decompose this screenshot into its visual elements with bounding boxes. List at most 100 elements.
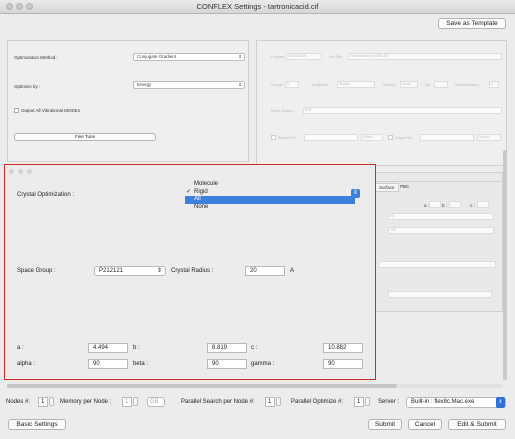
optimization-method-value: Conjugate Gradient	[137, 54, 177, 59]
cancel-button[interactable]: Cancel	[408, 419, 442, 430]
menu-item-rigid-label: Rigid	[194, 188, 208, 195]
beta-label: beta :	[133, 361, 149, 367]
multiplicity-label: Multiplicity :	[312, 83, 331, 87]
a-field[interactable]: 4.494	[88, 343, 128, 353]
beta-field[interactable]: 90	[207, 359, 247, 369]
tab-surface[interactable]: Surface	[375, 183, 399, 192]
dialog-close-button[interactable]	[9, 169, 14, 174]
gamma-field[interactable]: 90	[323, 359, 363, 369]
pbc-panel: Surface PBC a : b : c : 50 100	[373, 172, 503, 312]
pbc-field-bottom[interactable]	[388, 291, 492, 298]
nodes-stepper[interactable]	[49, 397, 54, 406]
program-panel: Program : GAUSSIAN Job Title : Generated…	[256, 40, 507, 166]
pbc-field-long[interactable]	[378, 261, 496, 268]
chevron-updown-icon: ⇕	[496, 397, 505, 408]
space-group-select[interactable]: P212121 ⇕	[94, 266, 166, 276]
crystal-radius-label: Crystal Radius :	[171, 268, 214, 274]
alpha-label: alpha :	[17, 361, 36, 367]
restart-file-checkbox[interactable]	[271, 135, 276, 140]
c-field[interactable]: 10.882	[323, 343, 363, 353]
output-file-checkbox[interactable]	[388, 135, 393, 140]
parallel-optimize-label: Parallel Optimize #:	[291, 399, 344, 405]
program-select[interactable]: GAUSSIAN	[286, 53, 322, 60]
edit-submit-button[interactable]: Edit & Submit	[448, 419, 506, 430]
output-vibrational-label: Output All Vibrational MODEs	[21, 108, 80, 113]
b-label: b :	[133, 345, 140, 351]
pbc-c-label: c :	[470, 203, 475, 208]
memory-stepper[interactable]	[133, 397, 138, 406]
crystal-optimization-label: Crystal Optimization :	[17, 192, 75, 198]
crystal-optimization-menu[interactable]: Molecule ✓ Rigid All None	[185, 181, 355, 217]
pbc-c-field[interactable]	[477, 201, 489, 208]
valence-field[interactable]: 0	[489, 81, 499, 88]
memory-field[interactable]: 1	[122, 397, 132, 407]
pbc-b-field[interactable]	[449, 201, 461, 208]
horizontal-scrollbar-thumb[interactable]	[7, 384, 397, 388]
output-file-field[interactable]	[420, 134, 474, 141]
vertical-scrollbar[interactable]	[503, 150, 507, 380]
checkmark-icon: ✓	[186, 188, 192, 195]
crystal-settings-dialog: Crystal Optimization : Molecule ✓ Rigid …	[4, 164, 376, 380]
output-file-select-button[interactable]: Select...	[477, 134, 501, 141]
restart-file-field[interactable]	[304, 134, 358, 141]
pbc-field-100[interactable]: 100	[388, 227, 494, 234]
memory-label: Memory per Node :	[60, 399, 112, 405]
b-field[interactable]: 8.819	[207, 343, 247, 353]
multiplicity-select[interactable]: Singlet	[337, 81, 375, 88]
server-value: Built-in : flex8c.Mac.exe	[411, 399, 475, 405]
route-section-field[interactable]: RHF	[303, 107, 502, 114]
output-file-label: Output File :	[395, 136, 415, 140]
tab-pbc[interactable]: PBC	[400, 184, 409, 189]
valence-label: ValenceShared :	[455, 83, 481, 87]
pbc-a-field[interactable]	[429, 201, 441, 208]
dialog-minimize-button[interactable]	[18, 169, 23, 174]
a-label: a :	[17, 345, 24, 351]
crystal-radius-unit: A	[290, 268, 295, 274]
fine-tune-button[interactable]: Fine Tune	[14, 133, 156, 141]
parallel-optimize-stepper[interactable]	[365, 397, 370, 406]
parallel-search-stepper[interactable]	[276, 397, 281, 406]
mb-label: MB	[425, 83, 431, 87]
optimization-method-label: Optimization Method :	[14, 55, 58, 60]
route-section-label: Route Section :	[271, 109, 295, 113]
chevron-updown-icon: ⇕	[156, 268, 162, 274]
menu-item-molecule[interactable]: Molecule	[185, 181, 355, 189]
title-bar: CONFLEX Settings - tartronicacid.cif	[0, 0, 515, 14]
dialog-zoom-button[interactable]	[27, 169, 32, 174]
optimize-by-select[interactable]: Energy ⇕	[133, 81, 245, 89]
crystal-radius-field[interactable]: 20	[245, 266, 285, 276]
pbc-field-50[interactable]: 50	[388, 213, 494, 220]
restart-file-select-button[interactable]: Select...	[361, 134, 383, 141]
job-title-label: Job Title :	[329, 55, 344, 59]
menu-item-all[interactable]: All	[185, 196, 355, 204]
chevron-updown-icon[interactable]: ⇕	[351, 189, 360, 198]
menu-item-none[interactable]: None	[185, 204, 355, 212]
solvent-select[interactable]: None	[400, 81, 418, 88]
submit-button[interactable]: Submit	[368, 419, 402, 430]
alpha-field[interactable]: 90	[88, 359, 128, 369]
parallel-search-label: Parallel Search per Node #:	[181, 399, 255, 405]
optimization-method-select[interactable]: Conjugate Gradient ⇕	[133, 53, 245, 61]
space-group-label: Space Group :	[17, 268, 56, 274]
charge-label: Charge :	[271, 83, 285, 87]
restart-file-label: Restart File :	[278, 136, 298, 140]
parallel-search-field[interactable]: 1	[265, 397, 275, 407]
server-label: Server :	[378, 399, 400, 405]
mb-field[interactable]	[434, 81, 448, 88]
save-as-template-button[interactable]: Save as Template	[438, 18, 506, 29]
menu-item-rigid[interactable]: ✓ Rigid	[185, 189, 355, 197]
server-select[interactable]: Built-in : flex8c.Mac.exe ⇕	[406, 397, 506, 408]
gamma-label: gamma :	[251, 361, 275, 367]
nodes-field[interactable]: 1	[38, 397, 48, 407]
basic-settings-button[interactable]: Basic Settings	[8, 419, 66, 430]
parallel-optimize-field[interactable]: 1	[354, 397, 364, 407]
nodes-label: Nodes #:	[6, 399, 31, 405]
tab-divider	[374, 181, 502, 182]
charge-field[interactable]: 0	[285, 81, 299, 88]
job-title-field[interactable]: Generated by CONFLEX	[348, 53, 502, 60]
c-label: c :	[251, 345, 258, 351]
output-vibrational-checkbox[interactable]	[14, 108, 19, 113]
pbc-b-label: b :	[442, 203, 448, 208]
memory-unit-select[interactable]: GB	[147, 397, 165, 407]
bottom-bar: Nodes #: 1 Memory per Node : 1 GB Parall…	[0, 396, 515, 410]
